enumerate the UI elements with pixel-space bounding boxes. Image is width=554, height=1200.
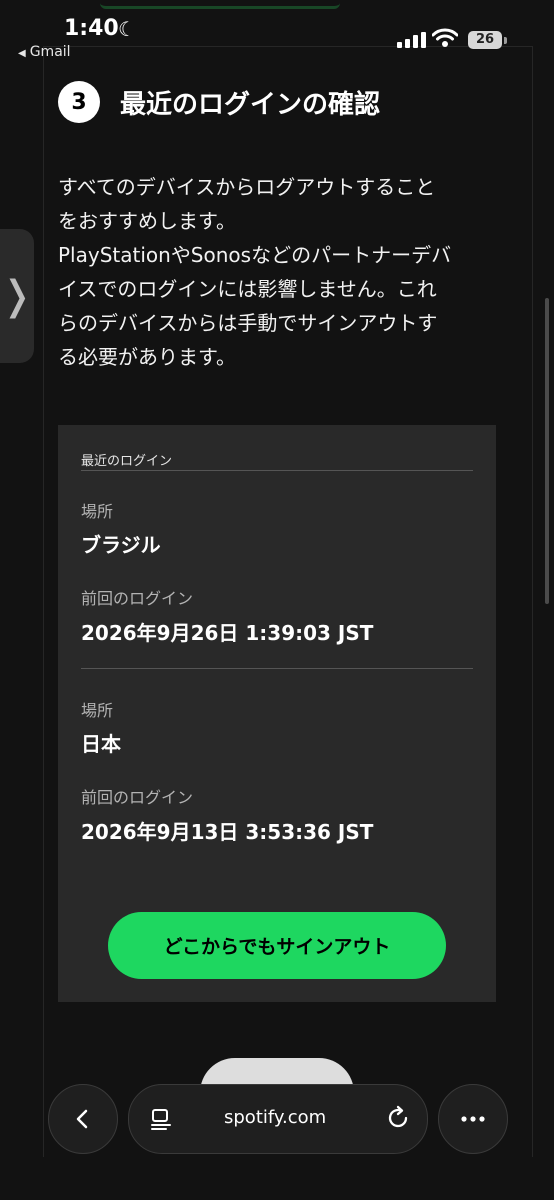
more-options-button[interactable] xyxy=(438,1084,508,1154)
chevron-left-icon xyxy=(76,1109,88,1129)
description-line: イスでのログインには影響しません。これ xyxy=(58,277,437,301)
back-triangle-icon: ◀ xyxy=(18,48,26,59)
battery-icon: 26 xyxy=(468,31,507,49)
ellipsis-icon xyxy=(461,1116,485,1122)
step-header: 3 最近のログインの確認 xyxy=(58,81,380,123)
last-login-label: 前回のログイン xyxy=(81,788,194,807)
status-bar: 1:40 ☾ ◀ Gmail 26 xyxy=(0,0,554,60)
location-value: ブラジル xyxy=(81,533,161,557)
location-label: 場所 xyxy=(81,701,114,720)
step-description: すべてのデバイスからログアウトすること をおすすめします。 PlayStatio… xyxy=(58,170,498,374)
description-line: らのデバイスからは手動でサインアウトす xyxy=(58,311,438,335)
sign-out-everywhere-button[interactable]: どこからでもサインアウト xyxy=(108,912,446,979)
cellular-signal-icon xyxy=(397,32,426,48)
divider xyxy=(81,470,473,471)
reload-icon[interactable] xyxy=(385,1105,411,1131)
chevron-right-icon: ❭ xyxy=(0,273,34,319)
step-title: 最近のログインの確認 xyxy=(120,89,381,120)
back-app-label: Gmail xyxy=(29,44,71,60)
url-text: spotify.com xyxy=(224,1107,327,1128)
description-line: すべてのデバイスからログアウトすること xyxy=(58,175,436,199)
location-label: 場所 xyxy=(81,502,114,521)
last-login-value: 2026年9月13日 3:53:36 JST xyxy=(81,820,374,844)
moon-icon: ☾ xyxy=(118,17,136,41)
description-line: PlayStationやSonosなどのパートナーデバ xyxy=(58,243,452,267)
status-time: 1:40 xyxy=(64,16,119,41)
last-login-label: 前回のログイン xyxy=(81,589,194,608)
wifi-icon xyxy=(432,28,458,47)
back-to-app-link[interactable]: ◀ Gmail xyxy=(18,44,71,60)
address-bar[interactable]: spotify.com xyxy=(128,1084,428,1154)
scrollbar[interactable] xyxy=(545,298,549,604)
divider xyxy=(81,668,473,669)
browser-back-button[interactable] xyxy=(48,1084,118,1154)
description-line: をおすすめします。 xyxy=(58,209,236,233)
recent-logins-heading: 最近のログイン xyxy=(81,454,173,469)
location-value: 日本 xyxy=(81,732,121,756)
recent-logins-card: 最近のログイン 場所 ブラジル 前回のログイン 2026年9月26日 1:39:… xyxy=(58,425,496,1002)
description-line: る必要があります。 xyxy=(58,345,236,369)
step-number: 3 xyxy=(58,81,100,123)
last-login-value: 2026年9月26日 1:39:03 JST xyxy=(81,621,374,645)
side-panel-handle[interactable]: ❭ xyxy=(0,229,34,363)
reader-mode-icon[interactable] xyxy=(149,1107,173,1131)
